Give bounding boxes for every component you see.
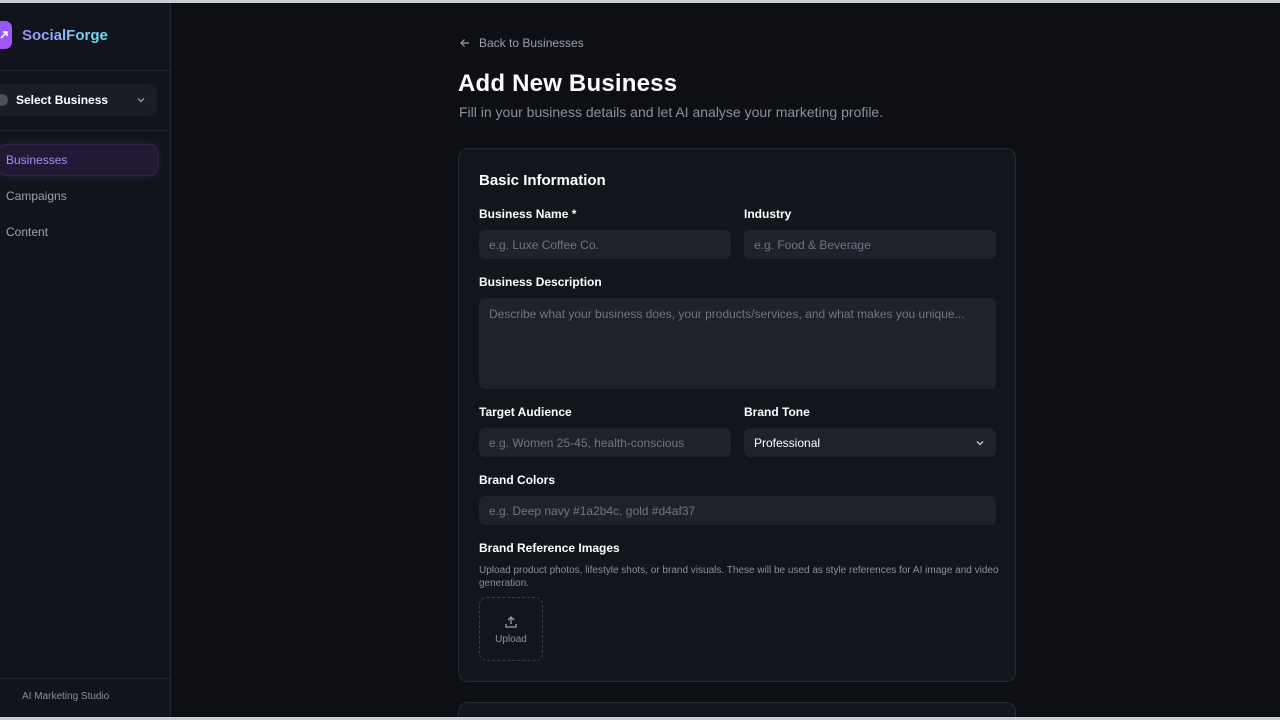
section-title: Basic Information xyxy=(479,172,606,189)
sidebar-nav: Businesses Campaigns Content xyxy=(0,144,170,252)
basic-information-card: Basic Information Business Name * Indust… xyxy=(458,148,1016,682)
sidebar: SocialForge Select Business Businesses C… xyxy=(0,3,171,717)
upload-icon xyxy=(505,615,517,628)
back-link-label: Back to Businesses xyxy=(479,36,584,50)
upload-label: Upload xyxy=(495,633,527,645)
brand-tone-select[interactable]: Professional xyxy=(744,428,996,457)
business-select[interactable]: Select Business xyxy=(0,84,157,116)
brand-tone-value: Professional xyxy=(754,435,821,450)
sidebar-item-label: Businesses xyxy=(6,153,68,167)
brand-tone-label: Brand Tone xyxy=(744,405,810,419)
sidebar-item-campaigns[interactable]: Campaigns xyxy=(0,180,160,212)
divider xyxy=(0,678,170,679)
sidebar-item-label: Content xyxy=(6,225,49,239)
business-name-input[interactable] xyxy=(479,230,731,259)
arrow-left-icon xyxy=(460,39,469,47)
industry-input[interactable] xyxy=(744,230,996,259)
sidebar-footer: AI Marketing Studio xyxy=(22,691,110,702)
sidebar-item-businesses[interactable]: Businesses xyxy=(0,144,158,176)
brand[interactable]: SocialForge xyxy=(0,21,170,57)
back-link[interactable]: Back to Businesses xyxy=(459,36,584,50)
business-select-label: Select Business xyxy=(16,93,109,107)
brand-name: SocialForge xyxy=(22,27,108,44)
brand-colors-label: Brand Colors xyxy=(479,473,556,487)
business-description-input[interactable] xyxy=(479,298,996,389)
brand-colors-input[interactable] xyxy=(479,496,996,525)
window-top-border xyxy=(0,0,1280,3)
page-subtitle: Fill in your business details and let AI… xyxy=(459,104,884,120)
business-name-label: Business Name * xyxy=(479,207,577,221)
chevron-down-icon xyxy=(976,440,984,445)
upload-button[interactable]: Upload xyxy=(479,597,543,661)
brand-reference-images-label: Brand Reference Images xyxy=(479,541,620,555)
chevron-down-icon xyxy=(137,98,145,103)
business-description-label: Business Description xyxy=(479,275,602,289)
sidebar-item-label: Campaigns xyxy=(6,189,67,203)
target-audience-label: Target Audience xyxy=(479,405,572,419)
logo-icon xyxy=(0,21,12,49)
industry-label: Industry xyxy=(744,207,792,221)
business-avatar-icon xyxy=(0,94,8,106)
brand-reference-helper: Upload product photos, lifestyle shots, … xyxy=(479,565,999,589)
sidebar-item-content[interactable]: Content xyxy=(0,216,160,248)
target-audience-input[interactable] xyxy=(479,428,731,457)
divider xyxy=(0,70,170,71)
page-title: Add New Business xyxy=(458,70,678,97)
divider xyxy=(0,130,170,131)
